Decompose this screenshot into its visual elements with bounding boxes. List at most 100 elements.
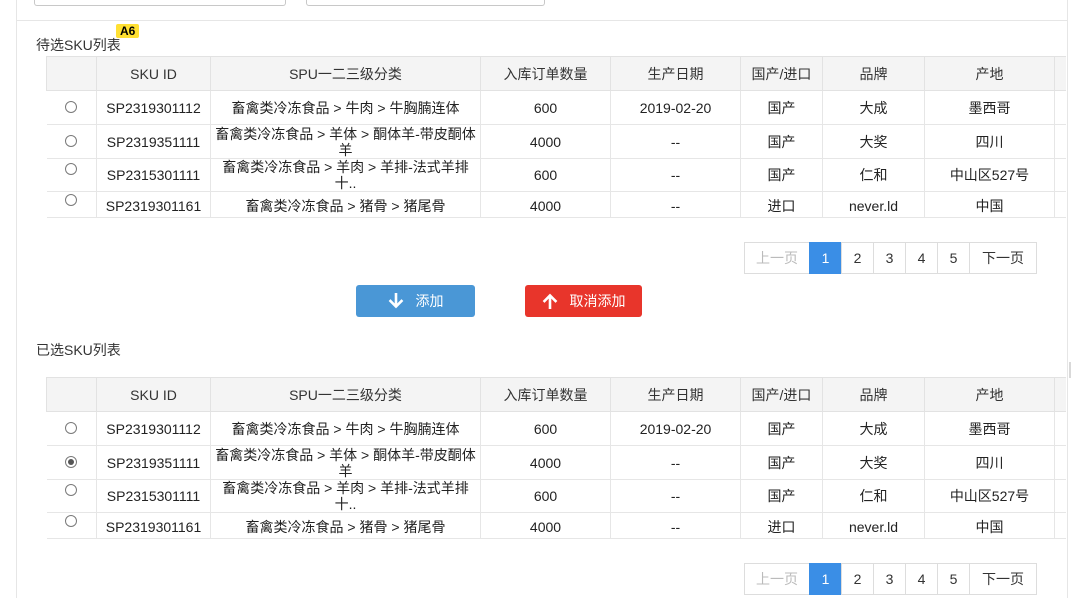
table-row[interactable]: SP2315301111 畜禽类冷冻食品 > 羊肉 > 羊排-法式羊排十.. 600… [46,158,1066,192]
place-cell: 墨西哥 [924,90,1055,125]
production-date-cell: 2019-02-20 [610,411,741,446]
spu-category-cell: 畜禽类冷冻食品 > 猪骨 > 猪尾骨 [210,512,481,539]
page-3-button[interactable]: 3 [873,242,906,274]
spu-category-cell: 畜禽类冷冻食品 > 羊体 > 酮体羊-带皮酮体羊 [210,124,481,159]
pending-pagination: 上一页 1 2 3 4 5 下一页 [744,242,1037,274]
header-place: 产地 [924,377,1055,412]
row-select-cell [46,191,97,218]
page-5-button[interactable]: 5 [937,563,970,595]
spu-category-cell: 畜禽类冷冻食品 > 羊肉 > 羊排-法式羊排十.. [210,158,481,192]
header-place: 产地 [924,56,1055,91]
origin-type-cell: 进口 [740,191,823,218]
page-5-button[interactable]: 5 [937,242,970,274]
next-page-button[interactable]: 下一页 [969,242,1037,274]
order-qty-cell: 4000 [480,191,611,218]
brand-cell: 大奖 [822,124,925,159]
place-cell: 中山区527号 [924,479,1055,513]
place-cell: 中国 [924,191,1055,218]
filter-input-1[interactable] [34,0,286,6]
row-select-cell [46,445,97,480]
row-radio[interactable] [65,100,78,113]
order-qty-cell: 4000 [480,512,611,539]
order-qty-cell: 600 [480,90,611,125]
table-row[interactable]: SP2319301161 畜禽类冷冻食品 > 猪骨 > 猪尾骨 4000 -- 进口 ne… [46,191,1066,218]
row-radio[interactable] [65,421,78,434]
annotation-badge: A6 [116,24,140,38]
production-date-cell: -- [610,158,741,192]
header-production-date: 生产日期 [610,377,741,412]
page-4-button[interactable]: 4 [905,242,938,274]
header-origin-type: 国产/进口 [740,377,823,412]
brand-cell: 大成 [822,411,925,446]
header-extra [1054,377,1066,412]
extra-cell [1054,479,1066,513]
row-radio[interactable] [65,134,78,147]
place-cell: 中国 [924,512,1055,539]
origin-type-cell: 进口 [740,512,823,539]
order-qty-cell: 600 [480,479,611,513]
prev-page-button[interactable]: 上一页 [744,563,810,595]
origin-type-cell: 国产 [740,158,823,192]
filter-input-2[interactable] [306,0,545,6]
table-row[interactable]: SP2319351111 畜禽类冷冻食品 > 羊体 > 酮体羊-带皮酮体羊 4000… [46,124,1066,159]
header-sku-id: SKU ID [96,377,211,412]
table-row[interactable]: SP2319301112 畜禽类冷冻食品 > 牛肉 > 牛胸腩连体 600 2019-… [46,90,1066,125]
spu-category-cell: 畜禽类冷冻食品 > 牛肉 > 牛胸腩连体 [210,90,481,125]
row-radio[interactable] [65,515,78,527]
production-date-cell: -- [610,512,741,539]
page-1-button[interactable]: 1 [809,242,842,274]
table-row[interactable]: SP2319301112 畜禽类冷冻食品 > 牛肉 > 牛胸腩连体 600 2019-… [46,411,1066,446]
brand-cell: 仁和 [822,479,925,513]
extra-cell [1054,158,1066,192]
header-order-qty: 入库订单数量 [480,377,611,412]
brand-cell: 仁和 [822,158,925,192]
sku-id-cell: SP2319301161 [96,512,211,539]
production-date-cell: -- [610,479,741,513]
production-date-cell: 2019-02-20 [610,90,741,125]
add-button-label: 添加 [415,293,444,309]
spu-category-cell: 畜禽类冷冻食品 > 羊肉 > 羊排-法式羊排十.. [210,479,481,513]
place-cell: 中山区527号 [924,158,1055,192]
table-row[interactable]: SP2319301161 畜禽类冷冻食品 > 猪骨 > 猪尾骨 4000 -- 进口 ne… [46,512,1066,539]
header-select [46,377,97,412]
page-3-button[interactable]: 3 [873,563,906,595]
add-button[interactable]: 添加 [356,285,475,317]
page-4-button[interactable]: 4 [905,563,938,595]
header-select [46,56,97,91]
header-spu-category: SPU一二三级分类 [210,56,481,91]
order-qty-cell: 600 [480,411,611,446]
origin-type-cell: 国产 [740,411,823,446]
cancel-add-button[interactable]: 取消添加 [525,285,642,317]
table-row[interactable]: SP2319351111 畜禽类冷冻食品 > 羊体 > 酮体羊-带皮酮体羊 4000… [46,445,1066,480]
order-qty-cell: 4000 [480,445,611,480]
header-production-date: 生产日期 [610,56,741,91]
order-qty-cell: 4000 [480,124,611,159]
header-brand: 品牌 [822,377,925,412]
sku-id-cell: SP2319301161 [96,191,211,218]
spu-category-cell: 畜禽类冷冻食品 > 牛肉 > 牛胸腩连体 [210,411,481,446]
page-1-button[interactable]: 1 [809,563,842,595]
sku-id-cell: SP2319301112 [96,411,211,446]
row-radio[interactable] [65,455,78,468]
order-qty-cell: 600 [480,158,611,192]
brand-cell: never.ld [822,512,925,539]
next-page-button[interactable]: 下一页 [969,563,1037,595]
origin-type-cell: 国产 [740,479,823,513]
production-date-cell: -- [610,191,741,218]
page-2-button[interactable]: 2 [841,242,874,274]
row-radio[interactable] [65,163,78,175]
spu-category-cell: 畜禽类冷冻食品 > 猪骨 > 猪尾骨 [210,191,481,218]
pending-sku-title: 待选SKU列表 [36,37,121,53]
scrollbar-thumb[interactable] [1069,362,1071,378]
sku-id-cell: SP2319351111 [96,445,211,480]
origin-type-cell: 国产 [740,90,823,125]
row-radio[interactable] [65,484,78,496]
prev-page-button[interactable]: 上一页 [744,242,810,274]
row-select-cell [46,124,97,159]
page-2-button[interactable]: 2 [841,563,874,595]
production-date-cell: -- [610,124,741,159]
table-row[interactable]: SP2315301111 畜禽类冷冻食品 > 羊肉 > 羊排-法式羊排十.. 600… [46,479,1066,513]
row-radio[interactable] [65,194,78,206]
header-order-qty: 入库订单数量 [480,56,611,91]
origin-type-cell: 国产 [740,124,823,159]
